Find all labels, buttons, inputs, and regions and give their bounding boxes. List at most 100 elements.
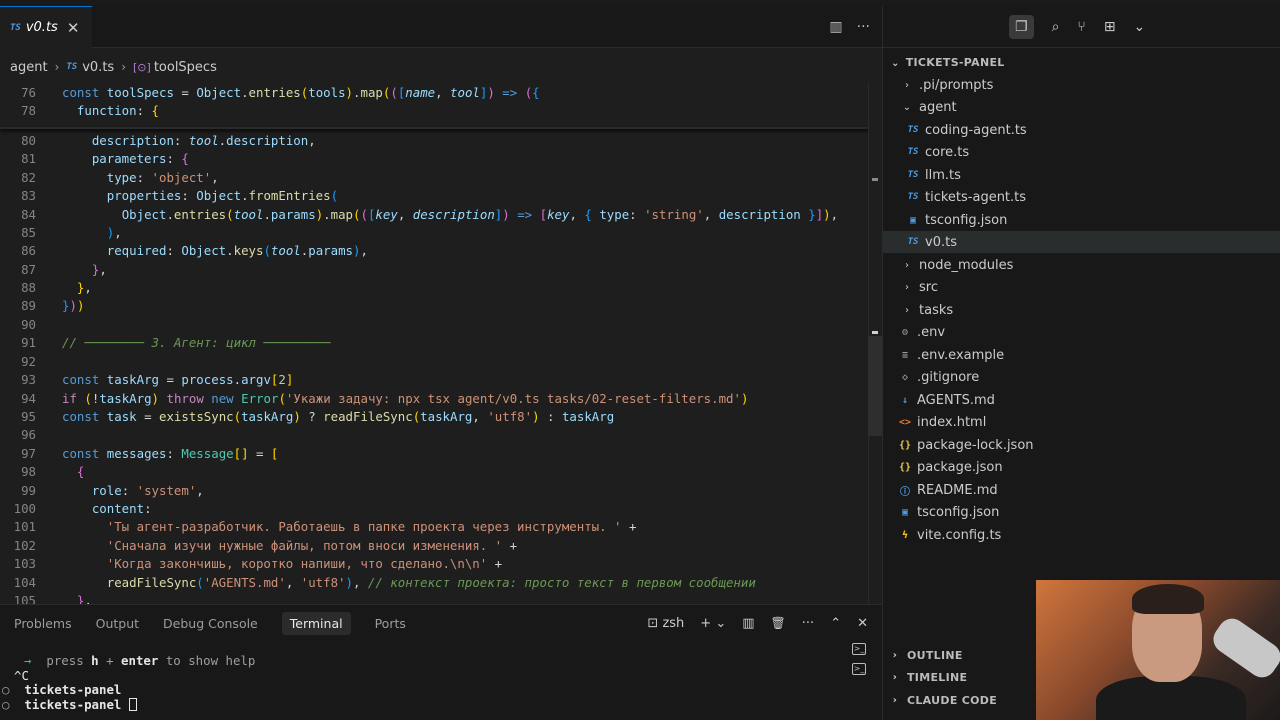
terminal-instance-icon[interactable]: >_ <box>852 643 866 655</box>
tree-item-label: README.md <box>917 482 998 498</box>
more-actions-icon[interactable]: ··· <box>857 19 870 35</box>
project-name: TICKETS-PANEL <box>905 56 1005 69</box>
json-icon: {} <box>898 439 912 451</box>
breadcrumb: agent › TS v0.ts › [⊙] toolSpecs <box>0 56 882 78</box>
tree-item-llm[interactable]: TS llm.ts <box>883 164 1280 186</box>
maximize-panel-icon[interactable]: ⌃ <box>830 616 841 631</box>
tree-item-readme[interactable]: ⓘ README.md <box>883 479 1280 501</box>
chevron-right-icon: › <box>905 281 909 293</box>
tab-debug-console[interactable]: Debug Console <box>163 612 258 635</box>
tree-item-package-lock[interactable]: {} package-lock.json <box>883 434 1280 456</box>
tree-item-label: tickets-agent.ts <box>925 189 1027 205</box>
tree-item-label: .env <box>917 324 946 340</box>
explorer-header[interactable]: ⌄ TICKETS-PANEL <box>891 56 1005 69</box>
tree-item-gitignore[interactable]: ◇ .gitignore <box>883 366 1280 388</box>
code-line: type: 'object', <box>106 170 219 185</box>
new-terminal-button[interactable]: + ⌄ <box>700 616 726 631</box>
shell-selector[interactable]: ⊡ zsh <box>647 616 684 631</box>
breadcrumb-symbol[interactable]: toolSpecs <box>154 60 217 75</box>
tsconfig-icon: ▣ <box>909 214 917 226</box>
tree-item-label: src <box>919 279 938 295</box>
tree-item-label: package.json <box>917 459 1003 475</box>
tree-item-label: v0.ts <box>925 234 957 250</box>
trash-icon[interactable]: 🗑 <box>771 616 786 630</box>
line-number: 96 <box>21 427 36 442</box>
info-icon: ⓘ <box>900 486 910 498</box>
tab-output[interactable]: Output <box>96 612 139 635</box>
tree-item-agent[interactable]: ⌄ agent <box>883 96 1280 118</box>
tree-item-node-modules[interactable]: › node_modules <box>883 254 1280 276</box>
shell-name: zsh <box>662 615 685 631</box>
tree-item-label: .env.example <box>917 347 1005 363</box>
tree-item-label: vite.config.ts <box>917 527 1002 543</box>
extensions-icon[interactable]: ⊞ <box>1104 19 1116 35</box>
tree-item-index-html[interactable]: <> index.html <box>883 411 1280 433</box>
chevron-down-icon: ⌄ <box>902 101 912 113</box>
code-line: if (!taskArg) throw new Error('Укажи зад… <box>62 391 749 406</box>
chevron-right-icon: › <box>54 60 60 74</box>
tree-item-label: tasks <box>919 302 954 318</box>
panel-actions: ⊡ zsh + ⌄ ▥ 🗑 ··· ⌃ ✕ <box>647 605 868 641</box>
line-number: 101 <box>13 519 36 534</box>
typescript-icon: TS <box>66 62 78 72</box>
tree-item-tasks[interactable]: › tasks <box>883 299 1280 321</box>
tree-item-agent-tsconfig[interactable]: ▣ tsconfig.json <box>883 209 1280 231</box>
line-number: 93 <box>21 372 36 387</box>
typescript-icon: TS <box>907 147 919 157</box>
terminal-icon: ⊡ <box>647 615 663 631</box>
close-icon[interactable]: ✕ <box>67 19 80 37</box>
split-editor-icon[interactable]: ▥ <box>829 19 842 35</box>
html-icon: <> <box>898 416 912 428</box>
search-icon[interactable]: ⌕ <box>1052 19 1060 35</box>
tree-item-core[interactable]: TS core.ts <box>883 141 1280 163</box>
tree-item-pi-prompts[interactable]: › .pi/prompts <box>883 74 1280 96</box>
terminal-output[interactable]: → press h + enter to show help ^C ○ tick… <box>0 645 830 720</box>
tree-item-tickets-agent[interactable]: TS tickets-agent.ts <box>883 186 1280 208</box>
tree-item-src[interactable]: › src <box>883 276 1280 298</box>
tree-item-v0[interactable]: TS v0.ts <box>883 231 1280 253</box>
tree-item-vite-config[interactable]: ϟ vite.config.ts <box>883 524 1280 546</box>
plus-icon: + <box>700 615 712 631</box>
tab-v0-ts[interactable]: TS v0.ts ✕ <box>0 6 92 48</box>
tab-ports[interactable]: Ports <box>375 612 406 635</box>
breadcrumb-folder[interactable]: agent <box>10 60 48 75</box>
scrollbar-thumb[interactable] <box>868 336 882 436</box>
tab-terminal[interactable]: Terminal <box>281 611 351 635</box>
line-number: 102 <box>13 538 36 553</box>
tree-item-tsconfig[interactable]: ▣ tsconfig.json <box>883 501 1280 523</box>
line-number: 98 <box>21 464 36 479</box>
line-number: 90 <box>21 317 36 332</box>
tree-item-agents-md[interactable]: ↓ AGENTS.md <box>883 389 1280 411</box>
line-number: 97 <box>21 446 36 461</box>
git-icon: ◇ <box>901 371 909 383</box>
line-number: 89 <box>21 298 36 313</box>
code-editor[interactable]: 76 78 80 81 82 83 84 85 86 87 88 89 90 9… <box>0 83 870 604</box>
line-number: 83 <box>21 188 36 203</box>
split-terminal-icon[interactable]: ▥ <box>742 616 754 631</box>
tree-item-coding-agent[interactable]: TS coding-agent.ts <box>883 119 1280 141</box>
code-line: }, <box>76 280 92 295</box>
tab-problems[interactable]: Problems <box>14 612 72 635</box>
tree-item-env[interactable]: ⚙ .env <box>883 321 1280 343</box>
files-icon[interactable]: ❐ <box>1009 14 1034 39</box>
close-panel-icon[interactable]: ✕ <box>857 616 868 631</box>
breadcrumb-file[interactable]: v0.ts <box>82 60 114 75</box>
editor-actions: ▥ ··· <box>829 6 870 48</box>
code-line: parameters: { <box>91 151 189 166</box>
source-control-icon[interactable]: ⑂ <box>1077 19 1085 35</box>
code-line: // ──────── 3. Агент: цикл ───────── <box>62 335 331 350</box>
tree-item-env-example[interactable]: ≡ .env.example <box>883 344 1280 366</box>
code-line: description: tool.description, <box>91 133 316 148</box>
terminal-instance-icon[interactable]: >_ <box>852 663 866 675</box>
webcam-overlay <box>1036 580 1280 720</box>
tree-item-label: core.ts <box>925 144 970 160</box>
tree-item-package-json[interactable]: {} package.json <box>883 456 1280 478</box>
tree-item-label: .pi/prompts <box>919 77 994 93</box>
tree-item-label: .gitignore <box>917 369 980 385</box>
code-line: const taskArg = process.argv[2] <box>62 372 294 387</box>
more-actions-icon[interactable]: ··· <box>802 616 814 631</box>
symbol-icon: [⊙] <box>133 60 151 74</box>
line-number: 84 <box>21 207 36 222</box>
chevron-down-icon[interactable]: ⌄ <box>1134 19 1146 35</box>
line-number: 87 <box>21 262 36 277</box>
